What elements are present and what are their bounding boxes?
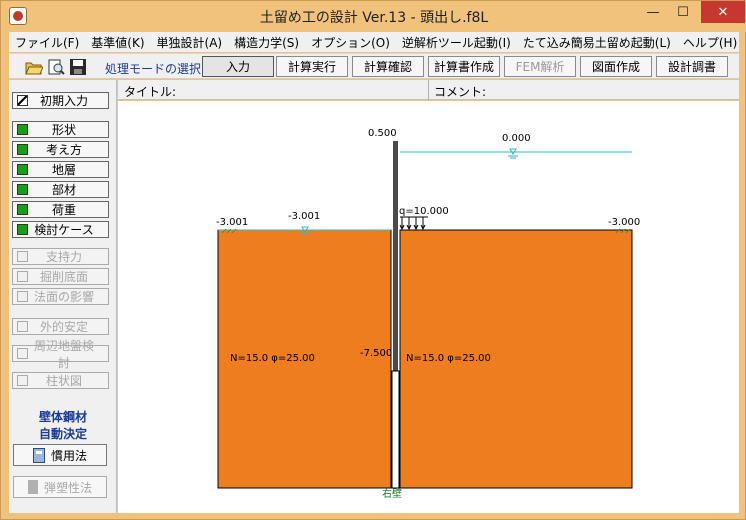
menu-file[interactable]: ファイル(F) bbox=[9, 34, 85, 51]
ground-left-label: -3.001 bbox=[216, 217, 248, 228]
conventional-method-button[interactable]: 慣用法 bbox=[13, 444, 107, 466]
soil-right-params: N=15.0 φ=25.00 bbox=[406, 353, 491, 364]
wall-embedded-part bbox=[391, 370, 400, 489]
maximize-button[interactable]: ☐ bbox=[669, 1, 697, 23]
sidebar-item-strata[interactable]: 地層 bbox=[12, 161, 109, 178]
check-calculation-button[interactable]: 計算確認 bbox=[352, 56, 424, 77]
checkbox-icon bbox=[17, 271, 28, 282]
water-level-marker-icon bbox=[508, 148, 518, 159]
menu-standards[interactable]: 基準値(K) bbox=[85, 34, 150, 51]
soil-left-params: N=15.0 φ=25.00 bbox=[230, 353, 315, 364]
status-green-icon bbox=[17, 124, 28, 135]
title-bar: 土留め工の設計 Ver.13 - 頭出し.f8L — ☐ ✕ bbox=[1, 1, 746, 32]
status-green-icon bbox=[17, 144, 28, 155]
ground-right-label: -3.000 bbox=[608, 217, 640, 228]
right-wall-label: 右壁 bbox=[382, 487, 402, 500]
menu-structural-mechanics[interactable]: 構造力学(S) bbox=[228, 34, 305, 51]
checkbox-icon bbox=[17, 95, 28, 106]
surcharge-label: q=10.000 bbox=[399, 206, 449, 217]
window-title: 土留め工の設計 Ver.13 - 頭出し.f8L bbox=[259, 10, 489, 26]
menu-standalone-design[interactable]: 単独設計(A) bbox=[151, 34, 229, 51]
left-panel: 初期入力 形状 考え方 地層 部材 荷重 検討ケース 支持力 掘削底面 法面の影… bbox=[9, 80, 117, 513]
cross-section-drawing: 0.500 0.000 -3.001 -3.001 -3.000 q=10.00… bbox=[216, 128, 640, 500]
create-drawing-button[interactable]: 図面作成 bbox=[580, 56, 652, 77]
sidebar-item-loads[interactable]: 荷重 bbox=[12, 201, 109, 218]
sidebar-item-approach[interactable]: 考え方 bbox=[12, 141, 109, 158]
minimize-button[interactable]: — bbox=[639, 1, 667, 23]
initial-input-button[interactable]: 初期入力 bbox=[12, 92, 109, 109]
checkbox-icon bbox=[17, 348, 28, 359]
checkbox-icon bbox=[17, 321, 28, 332]
status-green-icon bbox=[17, 204, 28, 215]
checkbox-icon bbox=[17, 375, 28, 386]
surcharge-load-icon bbox=[399, 216, 428, 231]
sidebar-item-slope-effect[interactable]: 法面の影響 bbox=[12, 288, 109, 305]
wall-bottom-label: -7.500 bbox=[360, 348, 392, 359]
water-level-right-label: 0.000 bbox=[502, 133, 531, 144]
input-mode-button[interactable]: 入力 bbox=[202, 56, 274, 77]
elastoplastic-method-button[interactable]: 弾塑性法 bbox=[13, 476, 107, 498]
drawing-canvas[interactable]: 0.500 0.000 -3.001 -3.001 -3.000 q=10.00… bbox=[118, 101, 739, 513]
sidebar-item-excavation-bottom[interactable]: 掘削底面 bbox=[12, 268, 109, 285]
comment-label: コメント: bbox=[434, 85, 487, 99]
sidebar-item-boring-log[interactable]: 柱状図 bbox=[12, 372, 109, 389]
save-icon[interactable] bbox=[69, 58, 87, 76]
info-bar: タイトル: コメント: bbox=[118, 80, 739, 100]
menu-bar: ファイル(F) 基準値(K) 単独設計(A) 構造力学(S) オプション(O) … bbox=[9, 32, 739, 52]
calculator-icon bbox=[27, 480, 38, 494]
menu-back-analysis[interactable]: 逆解析ツール起動(I) bbox=[396, 34, 517, 51]
wall-top-label: 0.500 bbox=[368, 128, 397, 139]
menu-options[interactable]: オプション(O) bbox=[305, 34, 396, 51]
sidebar-item-study-cases[interactable]: 検討ケース bbox=[12, 221, 109, 238]
create-report-button[interactable]: 計算書作成 bbox=[428, 56, 500, 77]
checkbox-icon bbox=[17, 291, 28, 302]
status-green-icon bbox=[17, 184, 28, 195]
wall-steel-note: 壁体鋼材 bbox=[38, 410, 87, 424]
close-button[interactable]: ✕ bbox=[701, 1, 745, 23]
design-record-button[interactable]: 設計調書 bbox=[656, 56, 728, 77]
run-calculation-button[interactable]: 計算実行 bbox=[276, 56, 348, 77]
sidebar-item-bearing-capacity[interactable]: 支持力 bbox=[12, 248, 109, 265]
mode-select-label: 処理モードの選択 bbox=[105, 62, 202, 76]
print-preview-icon[interactable] bbox=[47, 58, 65, 76]
app-window: 土留め工の設計 Ver.13 - 頭出し.f8L — ☐ ✕ ファイル(F) 基… bbox=[0, 0, 746, 520]
retaining-wall bbox=[393, 141, 398, 371]
checkbox-icon bbox=[17, 251, 28, 262]
fem-analysis-button[interactable]: FEM解析 bbox=[504, 56, 576, 77]
calculator-icon bbox=[32, 447, 45, 463]
status-green-icon bbox=[17, 224, 28, 235]
sidebar-item-shape[interactable]: 形状 bbox=[12, 121, 109, 138]
open-folder-icon[interactable] bbox=[25, 58, 43, 76]
sidebar-item-external-stability[interactable]: 外的安定 bbox=[12, 318, 109, 335]
title-label: タイトル: bbox=[124, 85, 177, 99]
auto-determination-note: 自動決定 bbox=[38, 427, 87, 441]
status-green-icon bbox=[17, 164, 28, 175]
sidebar-item-surrounding-ground[interactable]: 周辺地盤検討 bbox=[12, 339, 109, 370]
sidebar-item-members[interactable]: 部材 bbox=[12, 181, 109, 198]
divider bbox=[428, 80, 429, 100]
water-level-left-label: -3.001 bbox=[288, 211, 320, 222]
toolbar: 処理モードの選択 入力 計算実行 計算確認 計算書作成 FEM解析 図面作成 設… bbox=[9, 53, 739, 79]
menu-help[interactable]: ヘルプ(H) bbox=[677, 34, 743, 51]
menu-simple-retaining[interactable]: たて込み簡易土留め起動(L) bbox=[517, 34, 677, 51]
